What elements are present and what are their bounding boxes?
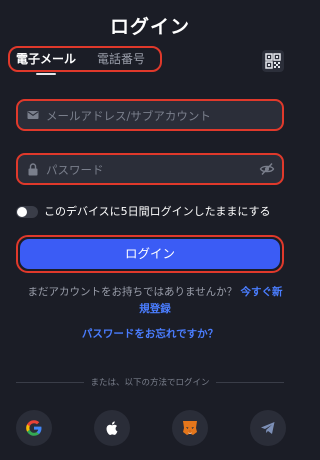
password-field[interactable]	[16, 153, 284, 185]
toggle-knob	[17, 207, 27, 217]
tab-phone[interactable]: 電話番号	[97, 52, 145, 66]
apple-icon	[106, 421, 118, 435]
eye-off-icon[interactable]	[259, 161, 275, 177]
password-input[interactable]	[46, 161, 256, 179]
email-input[interactable]	[46, 107, 256, 125]
qr-code-icon	[265, 53, 281, 69]
active-tab-indicator	[36, 73, 56, 75]
signup-prompt-block: まだアカウントをお持ちではありませんか？ 今すぐ新規登録	[24, 284, 286, 318]
forgot-password-link[interactable]: パスワードをお忘れですか？	[0, 326, 300, 341]
telegram-login-button[interactable]	[250, 410, 286, 446]
mail-icon	[27, 111, 39, 119]
remember-device-toggle[interactable]	[16, 206, 38, 218]
telegram-icon	[261, 422, 275, 434]
divider-line-right	[216, 382, 284, 383]
remember-device-label: このデバイスに5日間ログインしたままにする	[44, 205, 271, 218]
google-icon	[26, 420, 42, 436]
page-title: ログイン	[109, 16, 190, 38]
tab-email[interactable]: 電子メール	[16, 52, 76, 66]
google-login-button[interactable]	[16, 410, 52, 446]
email-field[interactable]	[16, 99, 284, 131]
qr-login-button[interactable]	[262, 50, 284, 72]
login-button[interactable]: ログイン	[20, 239, 280, 269]
apple-login-button[interactable]	[94, 410, 130, 446]
lock-icon	[28, 163, 38, 176]
metamask-login-button[interactable]	[172, 410, 208, 446]
metamask-icon	[183, 421, 197, 435]
signup-prompt: まだアカウントをお持ちではありませんか？	[27, 286, 238, 298]
